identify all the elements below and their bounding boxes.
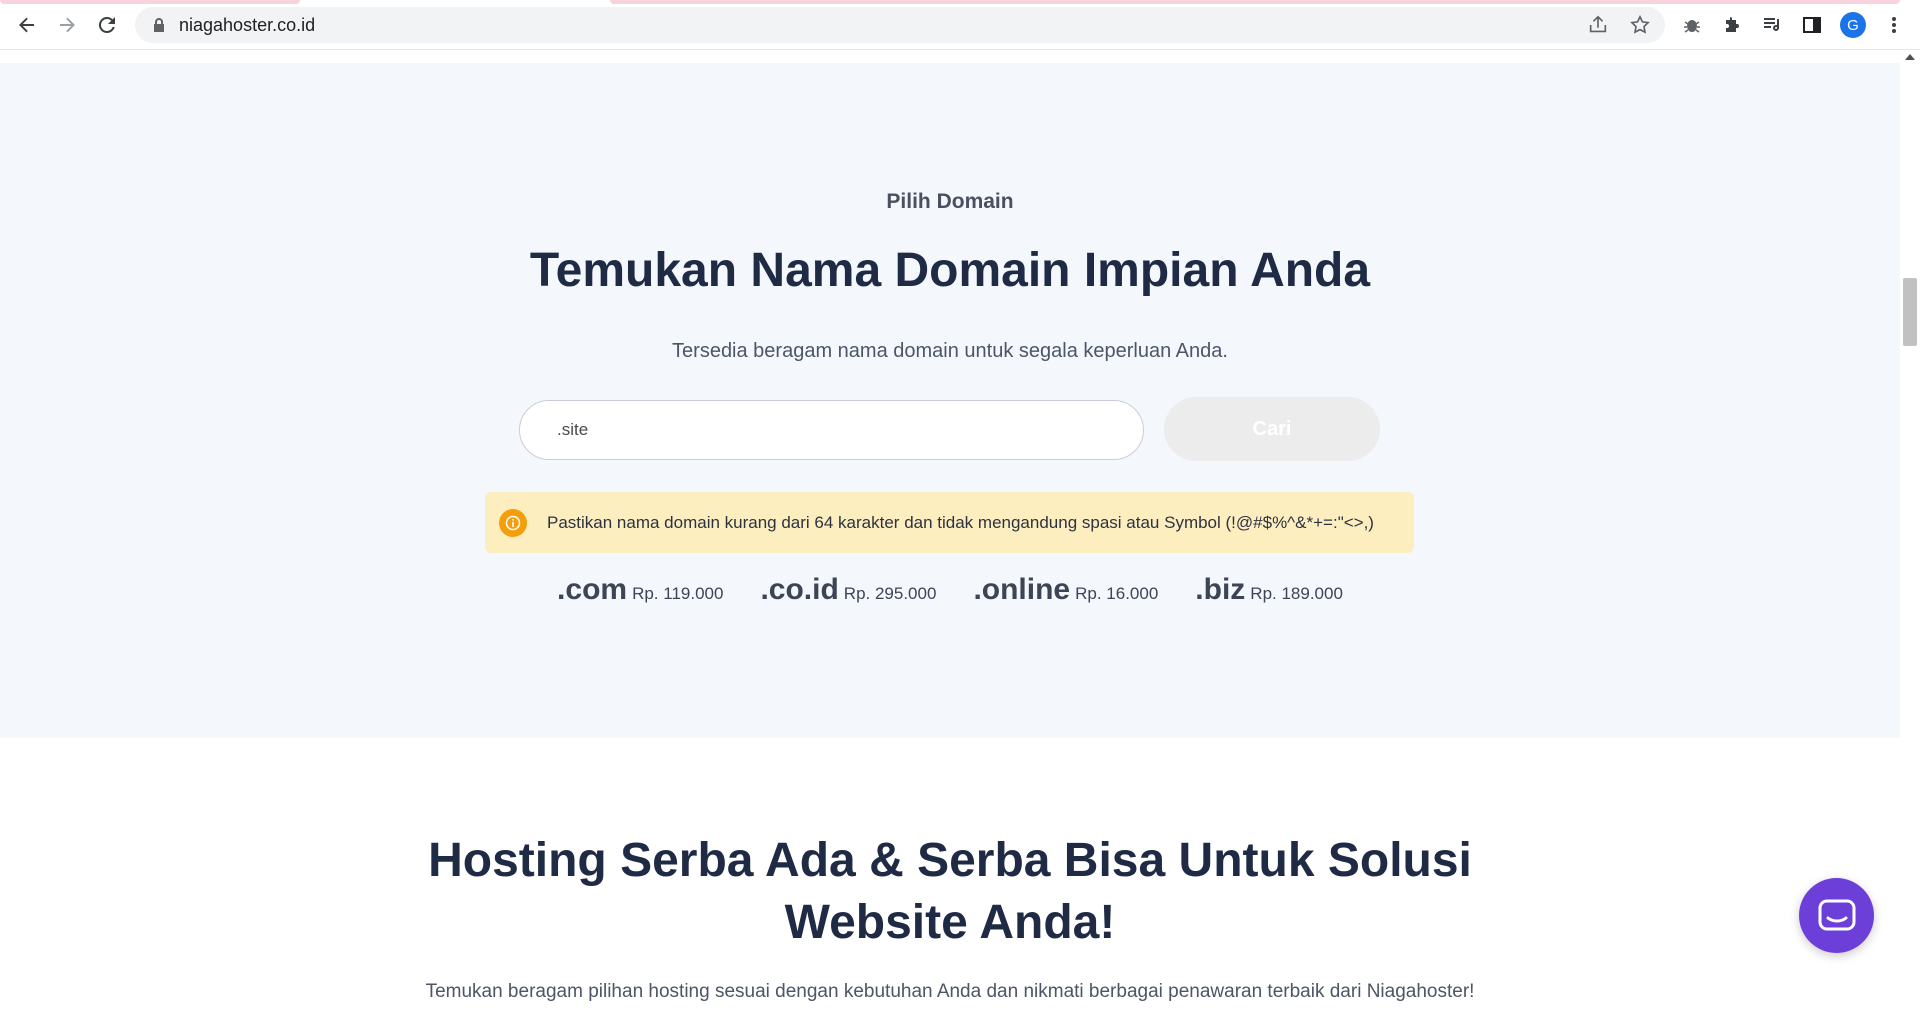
tld-price: Rp. 119.000	[632, 584, 724, 603]
validation-alert: Pastikan nama domain kurang dari 64 kara…	[485, 492, 1414, 553]
side-panel-icon[interactable]	[1800, 13, 1824, 37]
chat-icon	[1818, 899, 1855, 930]
tld-name: .co.id	[760, 573, 839, 606]
hosting-description: Temukan beragam pilihan hosting sesuai d…	[425, 981, 1475, 1002]
section-eyebrow: Pilih Domain	[886, 190, 1014, 213]
domain-search-input[interactable]	[519, 400, 1144, 460]
alert-text: Pastikan nama domain kurang dari 64 kara…	[547, 512, 1374, 532]
media-queue-icon[interactable]	[1760, 13, 1784, 37]
share-icon[interactable]	[1587, 14, 1609, 36]
page-scrollbar[interactable]	[1900, 50, 1920, 1018]
forward-icon[interactable]	[51, 9, 83, 41]
lock-icon[interactable]	[151, 17, 167, 33]
tab-strip-edge	[0, 0, 300, 4]
tld-name: .com	[557, 573, 628, 606]
tab-strip-edge	[610, 0, 1900, 4]
back-icon[interactable]	[11, 9, 43, 41]
reload-icon[interactable]	[91, 9, 123, 41]
domain-search-section: Pilih Domain Temukan Nama Domain Impian …	[0, 63, 1900, 738]
hosting-title-line1: Hosting Serba Ada & Serba Bisa Untuk Sol…	[428, 834, 1472, 887]
scroll-up-arrow-icon[interactable]	[1905, 54, 1915, 60]
address-bar[interactable]: niagahoster.co.id	[135, 7, 1665, 43]
tld-item-biz[interactable]: .biz Rp. 189.000	[1195, 573, 1343, 607]
profile-avatar[interactable]: G	[1840, 12, 1866, 38]
tld-item-co-id[interactable]: .co.id Rp. 295.000	[760, 573, 936, 607]
browser-menu-icon[interactable]	[1884, 13, 1904, 37]
hosting-section-title: Hosting Serba Ada & Serba Bisa Untuk Sol…	[0, 830, 1900, 954]
domain-subtext: Tersedia beragam nama domain untuk segal…	[672, 340, 1228, 362]
info-icon	[499, 508, 527, 537]
tld-price: Rp. 295.000	[843, 584, 937, 603]
tld-item-com[interactable]: .com Rp. 119.000	[557, 573, 723, 607]
bug-extension-icon[interactable]	[1680, 13, 1704, 37]
tld-price-list: .com Rp. 119.000 .co.id Rp. 295.000 .onl…	[0, 573, 1900, 607]
tld-name: .biz	[1195, 573, 1246, 606]
search-button[interactable]: Cari	[1164, 397, 1380, 461]
tld-price: Rp. 189.000	[1250, 584, 1343, 603]
url-text[interactable]: niagahoster.co.id	[179, 15, 315, 36]
page-viewport: Pilih Domain Temukan Nama Domain Impian …	[0, 50, 1900, 1018]
live-chat-button[interactable]	[1799, 878, 1874, 953]
bookmark-star-icon[interactable]	[1629, 14, 1651, 36]
tld-price: Rp. 16.000	[1075, 584, 1159, 603]
hosting-title-line2: Website Anda!	[784, 896, 1116, 949]
tld-item-online[interactable]: .online Rp. 16.000	[973, 573, 1158, 607]
domain-headline: Temukan Nama Domain Impian Anda	[529, 244, 1371, 297]
extensions-puzzle-icon[interactable]	[1720, 13, 1744, 37]
scrollbar-thumb[interactable]	[1903, 278, 1917, 346]
browser-toolbar: niagahoster.co.id G	[0, 0, 1920, 50]
tld-name: .online	[973, 573, 1071, 606]
